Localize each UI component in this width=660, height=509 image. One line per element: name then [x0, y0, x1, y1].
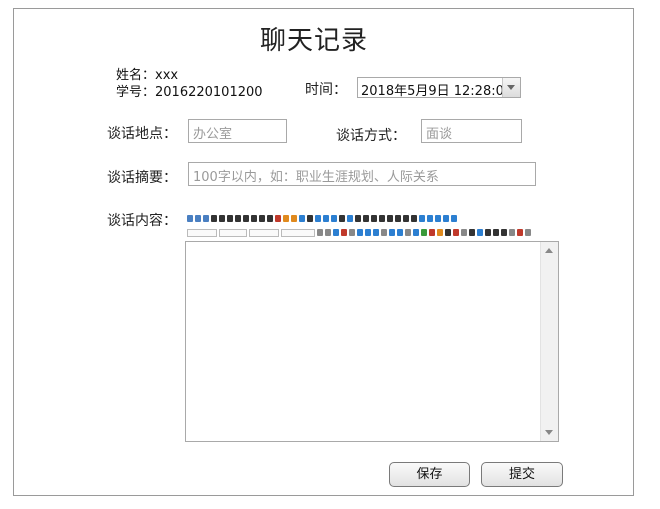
location-input[interactable]: 办公室 — [188, 119, 287, 143]
summary-label: 谈话摘要： — [107, 170, 177, 186]
toolbar-tool-icon[interactable] — [349, 229, 355, 236]
toolbar-tool-icon[interactable] — [477, 229, 483, 236]
toolbar-tool-icon[interactable] — [315, 215, 321, 222]
toolbar-tool-icon[interactable] — [195, 215, 201, 222]
toolbar-tool-icon[interactable] — [435, 215, 441, 222]
toolbar-tool-icon[interactable] — [509, 229, 515, 236]
content-editor[interactable] — [185, 241, 559, 442]
toolbar-tool-icon[interactable] — [235, 215, 241, 222]
toolbar-tool-icon[interactable] — [371, 215, 377, 222]
toolbar-tool-icon[interactable] — [397, 229, 403, 236]
paragraph-format-dropdown[interactable] — [187, 228, 217, 237]
location-placeholder: 办公室 — [193, 127, 233, 142]
toolbar-tool-icon[interactable] — [357, 229, 363, 236]
toolbar-tool-icon[interactable] — [331, 215, 337, 222]
toolbar-tool-icon[interactable] — [339, 215, 345, 222]
submit-button[interactable]: 提交 — [481, 462, 563, 487]
chevron-down-icon[interactable] — [502, 78, 520, 97]
toolbar-tool-icon[interactable] — [259, 215, 265, 222]
toolbar-tool-icon[interactable] — [381, 229, 387, 236]
toolbar-tool-icon[interactable] — [517, 229, 523, 236]
toolbar-tool-icon[interactable] — [419, 215, 425, 222]
toolbar-tool-icon[interactable] — [219, 215, 225, 222]
toolbar-tool-icon[interactable] — [379, 215, 385, 222]
scroll-up-icon[interactable] — [545, 248, 553, 253]
toolbar-tool-icon[interactable] — [373, 229, 379, 236]
method-label: 谈话方式： — [336, 128, 406, 144]
toolbar-tool-icon[interactable] — [493, 229, 499, 236]
save-button[interactable]: 保存 — [389, 462, 470, 487]
font-family-dropdown[interactable] — [219, 228, 247, 237]
toolbar-tool-icon[interactable] — [427, 215, 433, 222]
toolbar-tool-icon[interactable] — [317, 229, 323, 236]
toolbar-tool-icon[interactable] — [437, 229, 443, 236]
toolbar-tool-icon[interactable] — [403, 215, 409, 222]
toolbar-tool-icon[interactable] — [347, 215, 353, 222]
editor-toolbar — [187, 210, 559, 240]
toolbar-tool-icon[interactable] — [525, 229, 531, 236]
font-size-dropdown[interactable] — [249, 228, 279, 237]
toolbar-tool-icon[interactable] — [395, 215, 401, 222]
toolbar-tool-icon[interactable] — [275, 215, 281, 222]
toolbar-tool-icon[interactable] — [389, 229, 395, 236]
toolbar-tool-icon[interactable] — [299, 215, 305, 222]
time-select[interactable]: 2018年5月9日 12:28:00 — [357, 77, 521, 99]
toolbar-tool-icon[interactable] — [501, 229, 507, 236]
toolbar-tool-icon[interactable] — [413, 229, 419, 236]
toolbar-tool-icon[interactable] — [363, 215, 369, 222]
toolbar-tool-icon[interactable] — [355, 215, 361, 222]
summary-input[interactable]: 100字以内，如：职业生涯规划、人际关系 — [188, 162, 536, 186]
toolbar-tool-icon[interactable] — [187, 215, 193, 222]
content-label: 谈话内容： — [107, 213, 177, 229]
toolbar-tool-icon[interactable] — [307, 215, 313, 222]
page-title: 聊天记录 — [260, 26, 369, 56]
toolbar-tool-icon[interactable] — [325, 229, 331, 236]
student-id-label: 学号： — [116, 85, 156, 100]
toolbar-tool-icon[interactable] — [443, 215, 449, 222]
toolbar-tool-icon[interactable] — [469, 229, 475, 236]
toolbar-tool-icon[interactable] — [267, 215, 273, 222]
toolbar-tool-icon[interactable] — [341, 229, 347, 236]
toolbar-tool-icon[interactable] — [421, 229, 427, 236]
toolbar-row-2 — [187, 226, 531, 239]
toolbar-tool-icon[interactable] — [323, 215, 329, 222]
toolbar-tool-icon[interactable] — [451, 215, 457, 222]
toolbar-tool-icon[interactable] — [333, 229, 339, 236]
code-language-dropdown[interactable] — [281, 228, 315, 237]
toolbar-tool-icon[interactable] — [365, 229, 371, 236]
toolbar-tool-icon[interactable] — [453, 229, 459, 236]
toolbar-tool-icon[interactable] — [211, 215, 217, 222]
time-select-value: 2018年5月9日 12:28:00 — [361, 84, 513, 99]
toolbar-row-1 — [187, 212, 457, 225]
student-id-row: 学号：2016220101200 — [116, 81, 263, 100]
method-input[interactable]: 面谈 — [421, 119, 522, 143]
toolbar-tool-icon[interactable] — [485, 229, 491, 236]
toolbar-tool-icon[interactable] — [387, 215, 393, 222]
location-label: 谈话地点： — [107, 126, 177, 142]
method-placeholder: 面谈 — [426, 127, 453, 142]
toolbar-tool-icon[interactable] — [291, 215, 297, 222]
student-id-value: 2016220101200 — [155, 85, 263, 100]
time-label: 时间： — [305, 82, 347, 98]
toolbar-tool-icon[interactable] — [227, 215, 233, 222]
editor-scrollbar[interactable] — [540, 242, 558, 441]
toolbar-tool-icon[interactable] — [445, 229, 451, 236]
toolbar-tool-icon[interactable] — [283, 215, 289, 222]
toolbar-tool-icon[interactable] — [243, 215, 249, 222]
scroll-down-icon[interactable] — [545, 430, 553, 435]
toolbar-tool-icon[interactable] — [411, 215, 417, 222]
toolbar-tool-icon[interactable] — [461, 229, 467, 236]
summary-placeholder: 100字以内，如：职业生涯规划、人际关系 — [193, 170, 439, 185]
toolbar-tool-icon[interactable] — [405, 229, 411, 236]
toolbar-tool-icon[interactable] — [203, 215, 209, 222]
toolbar-tool-icon[interactable] — [429, 229, 435, 236]
toolbar-tool-icon[interactable] — [251, 215, 257, 222]
